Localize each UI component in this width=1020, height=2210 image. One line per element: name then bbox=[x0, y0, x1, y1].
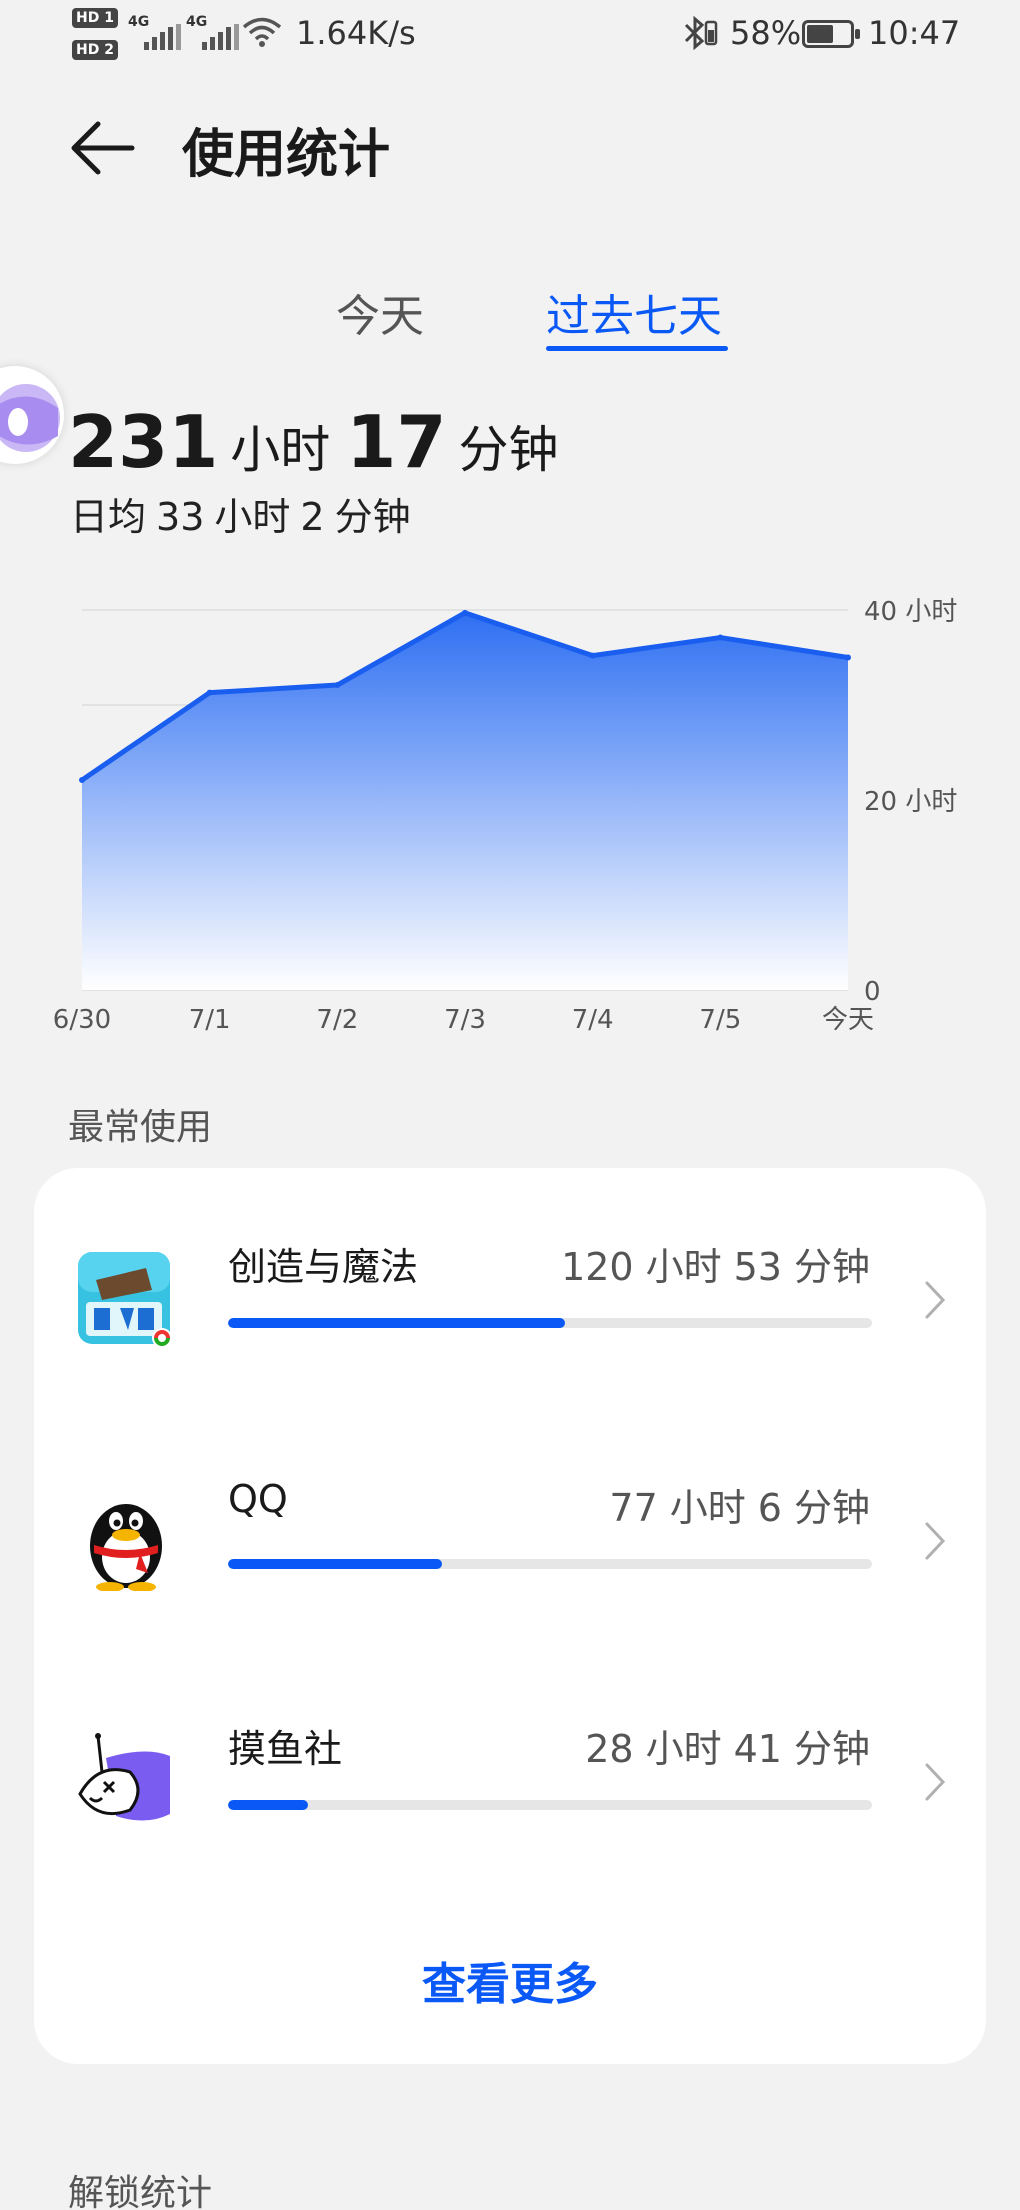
chart-x-tick-label: 7/4 bbox=[572, 1005, 614, 1035]
app-row-creation-magic[interactable]: 创造与魔法 120 小时 53 分钟 bbox=[34, 1168, 986, 1408]
app-name: 创造与魔法 bbox=[228, 1245, 419, 1289]
chart-point bbox=[334, 682, 341, 689]
total-hours: 231 bbox=[68, 400, 219, 484]
chart-point bbox=[845, 654, 851, 661]
clock-time: 10:47 bbox=[868, 14, 961, 52]
chevron-right-icon bbox=[925, 1763, 946, 1801]
avg-hours-unit: 小时 bbox=[214, 495, 291, 539]
avg-minutes: 2 bbox=[300, 495, 325, 539]
chart-point bbox=[79, 777, 85, 784]
chart-x-tick-label: 6/30 bbox=[53, 1005, 111, 1035]
chart-x-tick-label: 7/1 bbox=[189, 1005, 231, 1035]
chart-x-tick-label: 7/3 bbox=[444, 1005, 486, 1035]
total-usage: 231 小时 17 分钟 bbox=[68, 400, 575, 484]
signal-1-icon: 4G bbox=[128, 14, 182, 50]
hd2-badge: HD 2 bbox=[72, 40, 118, 60]
total-minutes-unit: 分钟 bbox=[458, 421, 559, 479]
app-usage-time: 77 小时 6 分钟 bbox=[609, 1486, 870, 1530]
chart-point bbox=[462, 609, 468, 616]
tab-past-seven-days[interactable]: 过去七天 bbox=[546, 280, 722, 344]
chevron-right-icon bbox=[925, 1281, 946, 1319]
signal-2-icon: 4G bbox=[186, 14, 240, 50]
app-usage-time: 120 小时 53 分钟 bbox=[561, 1245, 870, 1289]
avg-prefix: 日均 bbox=[70, 495, 147, 539]
chart-x-tick-label: 7/5 bbox=[699, 1005, 741, 1035]
back-arrow-icon[interactable] bbox=[68, 118, 136, 178]
battery-icon bbox=[802, 20, 860, 48]
chart-point bbox=[589, 652, 596, 659]
app-usage-time: 28 小时 41 分钟 bbox=[585, 1727, 870, 1771]
chart-point bbox=[206, 689, 213, 696]
most-used-card: 创造与魔法 120 小时 53 分钟 QQ 77 小时 6 分钟 摸鱼社 28 … bbox=[34, 1168, 986, 2064]
chart-x-tick-label: 今天 bbox=[822, 1005, 874, 1035]
avg-hours: 33 bbox=[156, 495, 205, 539]
tab-selected-indicator bbox=[546, 346, 728, 351]
total-hours-unit: 小时 bbox=[230, 421, 331, 479]
see-more-button[interactable]: 查看更多 bbox=[34, 1948, 986, 2012]
total-minutes: 17 bbox=[346, 400, 447, 484]
chevron-right-icon bbox=[925, 1522, 946, 1560]
bluetooth-icon bbox=[684, 16, 718, 50]
game-icon bbox=[76, 1250, 176, 1350]
chart-x-tick-label: 7/2 bbox=[316, 1005, 358, 1035]
network-speed: 1.64K/s bbox=[296, 14, 416, 52]
floating-avatar-icon bbox=[0, 384, 60, 452]
usage-progress-bar bbox=[228, 1318, 872, 1328]
usage-progress-bar bbox=[228, 1800, 872, 1810]
app-name: QQ bbox=[228, 1477, 288, 1521]
battery-percent: 58% bbox=[730, 14, 802, 52]
app-row-qq[interactable]: QQ 77 小时 6 分钟 bbox=[34, 1409, 986, 1649]
usage-area-chart: 6/30 7/1 7/2 7/3 7/4 7/5 今天 40 小时 20 小时 0 bbox=[53, 597, 958, 1035]
avg-minutes-unit: 分钟 bbox=[334, 495, 411, 539]
fish-icon bbox=[76, 1732, 176, 1832]
chart-y-tick-label: 0 bbox=[864, 977, 881, 1007]
status-bar: HD 1 HD 2 4G 4G 1.64K/s 58% 10:47 bbox=[0, 0, 1020, 72]
wifi-icon bbox=[242, 17, 282, 47]
app-name: 摸鱼社 bbox=[228, 1727, 343, 1771]
chart-point bbox=[717, 634, 724, 641]
chart-y-tick-label: 40 小时 bbox=[864, 597, 957, 627]
tab-today[interactable]: 今天 bbox=[336, 280, 424, 344]
qq-penguin-icon bbox=[76, 1491, 176, 1592]
floating-assistant-bubble[interactable] bbox=[0, 366, 64, 464]
page-title: 使用统计 bbox=[182, 125, 391, 185]
unlock-stats-title: 解锁统计 bbox=[68, 2173, 213, 2210]
usage-progress-bar bbox=[228, 1559, 872, 1569]
chart-area-fill bbox=[82, 612, 848, 990]
chart-y-tick-label: 20 小时 bbox=[864, 787, 957, 817]
hd1-badge: HD 1 bbox=[72, 8, 118, 28]
most-used-title: 最常使用 bbox=[68, 1107, 213, 1148]
daily-average: 日均 33 小时 2 分钟 bbox=[70, 486, 421, 541]
app-row-moyushe[interactable]: 摸鱼社 28 小时 41 分钟 bbox=[34, 1650, 986, 1890]
